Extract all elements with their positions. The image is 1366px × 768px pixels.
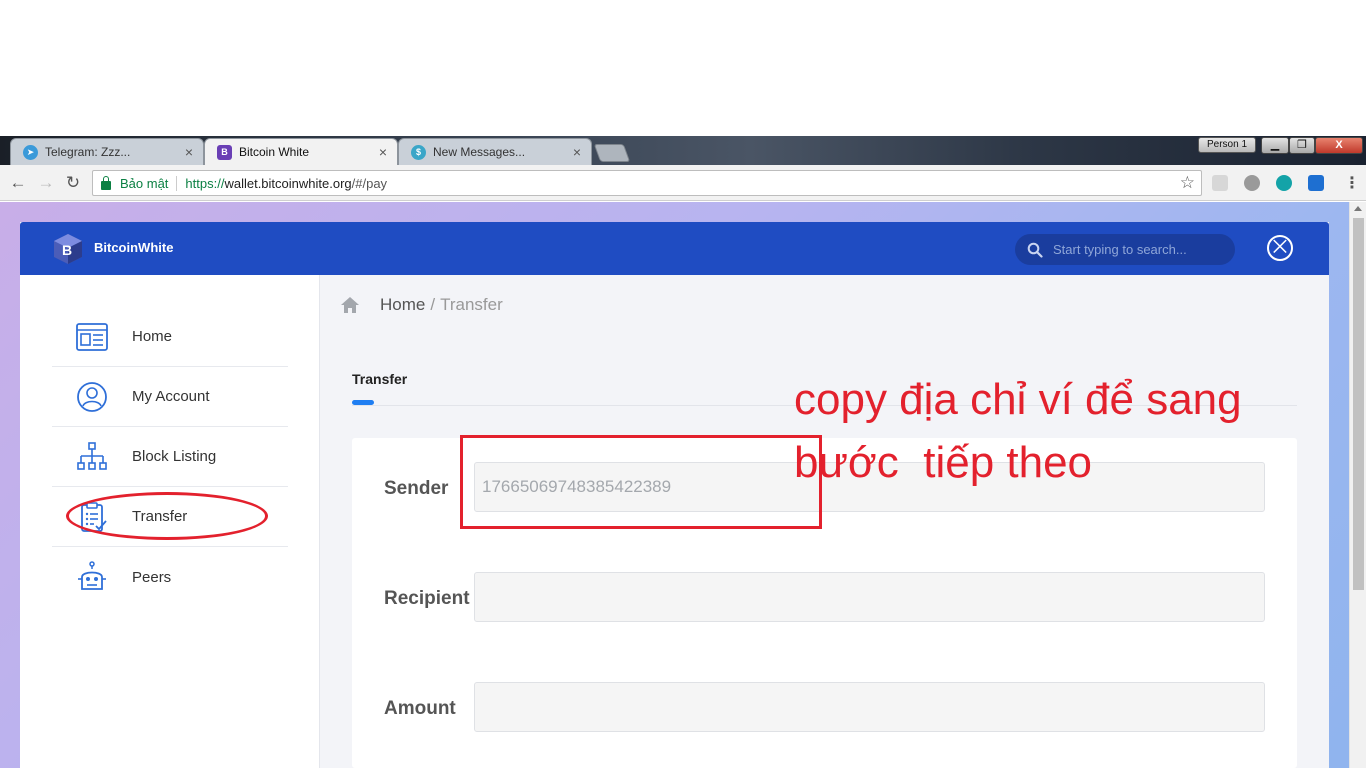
maximize-button[interactable]: ❐ bbox=[1289, 137, 1315, 154]
search-box[interactable]: Start typing to search... bbox=[1015, 234, 1235, 265]
tab-title: New Messages... bbox=[433, 145, 526, 159]
sidebar-item-label: Block Listing bbox=[132, 448, 217, 465]
tab-transfer[interactable]: Transfer bbox=[352, 371, 407, 387]
annotation-highlight-box bbox=[460, 435, 822, 529]
sidebar-item-block-listing[interactable]: Block Listing bbox=[52, 427, 288, 487]
extension-shield-icon[interactable] bbox=[1212, 175, 1228, 191]
home-icon[interactable] bbox=[340, 296, 360, 314]
annotation-line-2: bước tiếp theo bbox=[794, 438, 1093, 487]
tab-bitcoin-white[interactable]: B Bitcoin White × bbox=[204, 138, 398, 165]
extension-refresh-icon[interactable] bbox=[1276, 175, 1292, 191]
screen: ➤ Telegram: Zzz... × B Bitcoin White × $… bbox=[0, 0, 1366, 768]
minimize-button[interactable]: ▁ bbox=[1261, 137, 1289, 154]
tab-close-icon[interactable]: × bbox=[185, 144, 193, 160]
bitcoinwhite-icon: B bbox=[217, 144, 232, 160]
forward-arrow-icon[interactable]: → bbox=[36, 173, 56, 193]
breadcrumb-current: Transfer bbox=[440, 295, 503, 314]
hierarchy-icon bbox=[77, 441, 107, 470]
breadcrumb-separator: / bbox=[430, 295, 436, 314]
sidebar-item-home[interactable]: Home bbox=[52, 307, 288, 367]
sender-label: Sender bbox=[384, 478, 449, 499]
amount-label: Amount bbox=[384, 698, 456, 719]
tab-telegram[interactable]: ➤ Telegram: Zzz... × bbox=[10, 138, 204, 165]
sidebar-item-label: Peers bbox=[132, 568, 172, 586]
scroll-up-arrow-icon[interactable] bbox=[1354, 206, 1362, 211]
bookmark-star-icon[interactable]: ☆ bbox=[1180, 173, 1195, 193]
extension-cube-icon[interactable] bbox=[1244, 175, 1260, 191]
active-tab-indicator bbox=[352, 400, 374, 405]
svg-text:B: B bbox=[62, 242, 72, 258]
reload-icon[interactable]: ↻ bbox=[63, 173, 83, 193]
dollar-icon: $ bbox=[411, 144, 426, 160]
tab-close-icon[interactable]: × bbox=[573, 144, 581, 160]
scrollbar-thumb[interactable] bbox=[1353, 218, 1364, 590]
dashboard-icon bbox=[76, 322, 108, 351]
annotation-text: copy địa chỉ ví để sang bước tiếp theo bbox=[794, 368, 1242, 494]
browser-menu-icon[interactable]: ⋮ bbox=[1344, 173, 1360, 193]
recipient-label: Recipient bbox=[384, 588, 470, 609]
tab-title: Telegram: Zzz... bbox=[45, 145, 131, 159]
window-close-button[interactable]: X bbox=[1315, 137, 1363, 154]
robot-icon bbox=[78, 561, 106, 590]
security-label: Bảo mật bbox=[120, 175, 178, 191]
lock-icon bbox=[101, 175, 111, 190]
sidebar-item-my-account[interactable]: My Account bbox=[52, 367, 288, 427]
app-header: B BitcoinWhite Start typing to search...… bbox=[20, 222, 1329, 275]
annotation-line-1: copy địa chỉ ví để sang bbox=[794, 375, 1242, 424]
browser-tabstrip: ➤ Telegram: Zzz... × B Bitcoin White × $… bbox=[0, 136, 1366, 165]
back-arrow-icon[interactable]: ← bbox=[8, 173, 28, 193]
sidebar-item-label: My Account bbox=[132, 388, 210, 405]
search-placeholder: Start typing to search... bbox=[1053, 242, 1187, 257]
telegram-icon: ➤ bbox=[23, 144, 38, 160]
tab-close-icon[interactable]: × bbox=[379, 144, 387, 160]
breadcrumb-home[interactable]: Home bbox=[380, 295, 425, 315]
new-tab-button[interactable] bbox=[593, 144, 631, 162]
close-icon[interactable]: ⨉ bbox=[1267, 235, 1293, 261]
address-bar[interactable]: Bảo mật https://wallet.bitcoinwhite.org/… bbox=[92, 170, 1202, 196]
url-path: /#/pay bbox=[351, 175, 388, 191]
brand-name: BitcoinWhite bbox=[94, 240, 174, 255]
bitcoinwhite-logo-icon[interactable]: B bbox=[53, 233, 83, 265]
amount-field[interactable] bbox=[474, 682, 1265, 732]
url-host: wallet.bitcoinwhite.org bbox=[224, 175, 352, 191]
breadcrumb: Home / Transfer bbox=[340, 295, 503, 315]
tab-title: Bitcoin White bbox=[239, 145, 310, 159]
annotation-highlight-ellipse bbox=[66, 492, 268, 540]
sidebar-item-label: Home bbox=[132, 328, 173, 345]
extension-bird-icon[interactable] bbox=[1308, 175, 1324, 191]
page-scrollbar[interactable] bbox=[1349, 202, 1366, 768]
user-icon bbox=[77, 381, 107, 412]
recipient-field[interactable] bbox=[474, 572, 1265, 622]
url-text: https://wallet.bitcoinwhite.org/#/pay bbox=[185, 176, 387, 191]
sidebar-item-peers[interactable]: Peers bbox=[52, 547, 288, 607]
profile-button[interactable]: Person 1 bbox=[1198, 137, 1256, 153]
search-icon bbox=[1027, 242, 1043, 258]
url-scheme: https:// bbox=[185, 175, 225, 191]
tab-new-messages[interactable]: $ New Messages... × bbox=[398, 138, 592, 165]
browser-toolbar: ← → ↻ Bảo mật https://wallet.bitcoinwhit… bbox=[0, 165, 1366, 201]
